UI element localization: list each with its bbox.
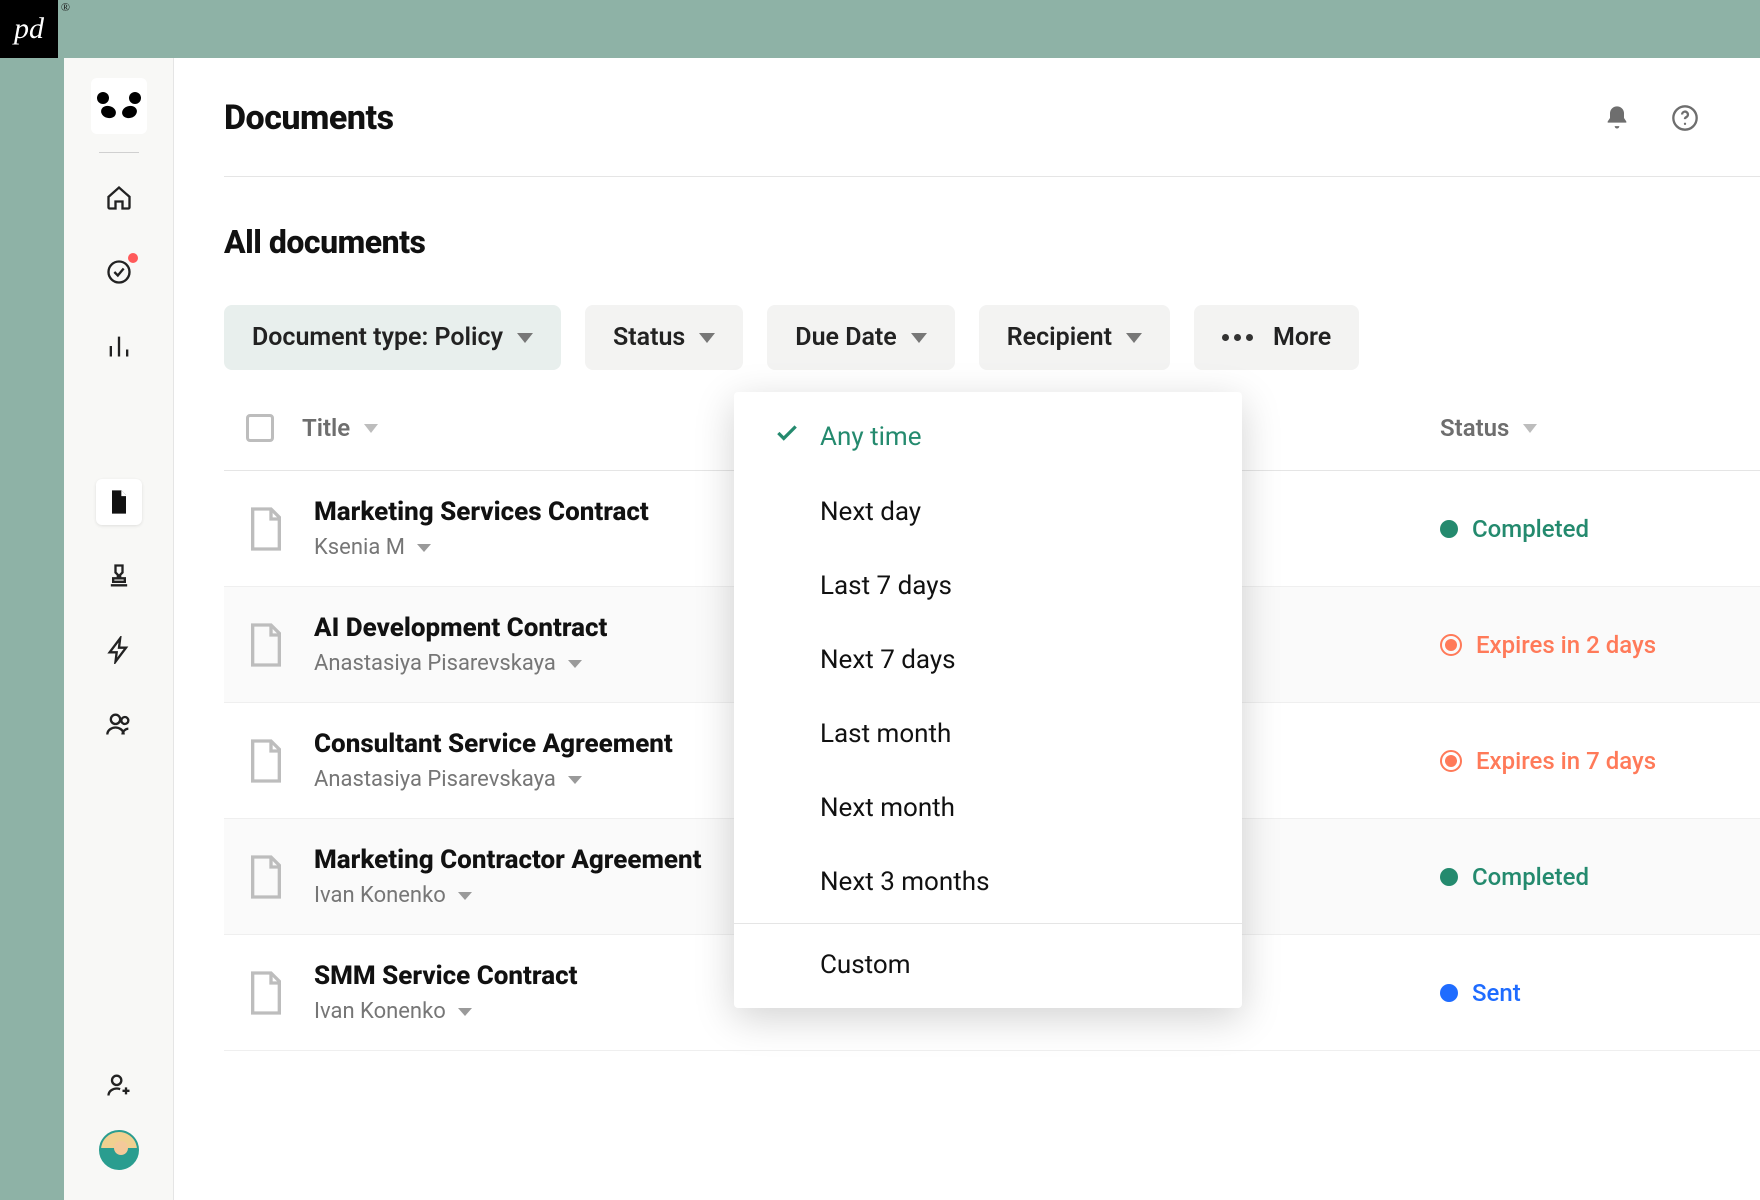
brand-badge: pd ®	[0, 0, 58, 58]
brand-text: pd	[14, 12, 44, 46]
status-badge: Expires in 2 days	[1440, 631, 1760, 659]
status-dot-icon	[1440, 984, 1458, 1002]
status-ring-icon	[1440, 634, 1462, 656]
option-label: Next month	[820, 793, 955, 823]
status-badge: Sent	[1440, 979, 1760, 1007]
nav-documents[interactable]	[96, 479, 142, 525]
status-badge: Completed	[1440, 863, 1760, 891]
author-name: Anastasiya Pisarevskaya	[314, 767, 556, 792]
help-icon[interactable]	[1670, 103, 1700, 133]
status-text: Sent	[1472, 979, 1521, 1007]
column-label: Title	[302, 414, 350, 442]
filter-due-date[interactable]: Due Date	[767, 305, 954, 370]
status-ring-icon	[1440, 750, 1462, 772]
nav-home[interactable]	[96, 175, 142, 221]
more-icon	[1222, 334, 1253, 341]
status-text: Expires in 2 days	[1476, 631, 1656, 659]
page-title: Documents	[224, 98, 394, 138]
due-date-option[interactable]: Next month	[734, 771, 1242, 845]
document-icon	[246, 853, 286, 901]
column-status[interactable]: Status	[1440, 414, 1760, 442]
chevron-down-icon	[911, 333, 927, 343]
author-name: Ivan Konenko	[314, 999, 446, 1024]
due-date-option[interactable]: Next 7 days	[734, 623, 1242, 697]
option-label: Next day	[820, 497, 921, 527]
notification-dot	[128, 253, 138, 263]
sort-icon	[1523, 424, 1537, 433]
page-header: Documents	[224, 98, 1760, 177]
filter-label: Document type: Policy	[252, 323, 503, 352]
user-avatar[interactable]	[99, 1130, 139, 1170]
sort-icon	[364, 424, 378, 433]
document-icon	[246, 969, 286, 1017]
chevron-down-icon	[458, 892, 472, 900]
option-label: Next 3 months	[820, 867, 989, 897]
option-label: Custom	[820, 950, 911, 980]
chevron-down-icon	[458, 1008, 472, 1016]
invite-user[interactable]	[96, 1062, 142, 1108]
panda-icon	[99, 92, 139, 120]
workspace-logo[interactable]	[91, 78, 147, 134]
chevron-down-icon	[517, 333, 533, 343]
column-label: Status	[1440, 414, 1509, 442]
filter-recipient[interactable]: Recipient	[979, 305, 1170, 370]
filter-more[interactable]: More	[1194, 305, 1359, 370]
select-all-checkbox[interactable]	[246, 414, 274, 442]
option-label: Last 7 days	[820, 571, 952, 601]
check-icon	[774, 420, 820, 453]
sidebar-divider	[99, 152, 139, 153]
document-icon	[246, 505, 286, 553]
filter-label: Recipient	[1007, 323, 1112, 352]
chevron-down-icon	[568, 776, 582, 784]
document-icon	[246, 621, 286, 669]
decorative-frame-top	[0, 0, 1760, 58]
due-date-option[interactable]: Any time	[734, 398, 1242, 475]
chevron-down-icon	[1126, 333, 1142, 343]
author-name: Ivan Konenko	[314, 883, 446, 908]
notifications-icon[interactable]	[1602, 103, 1632, 133]
decorative-frame-left	[0, 0, 64, 1200]
status-dot-icon	[1440, 868, 1458, 886]
due-date-dropdown: Any time Next day Last 7 days Next 7 days La…	[734, 392, 1242, 1008]
nav-automations[interactable]	[96, 627, 142, 673]
filter-label: Status	[613, 323, 685, 352]
status-text: Expires in 7 days	[1476, 747, 1656, 775]
filter-status[interactable]: Status	[585, 305, 743, 370]
dropdown-divider	[734, 923, 1242, 924]
option-label: Next 7 days	[820, 645, 956, 675]
nav-tasks[interactable]	[96, 249, 142, 295]
filter-bar: Document type: Policy Status Due Date Re…	[224, 305, 1760, 370]
due-date-option[interactable]: Last month	[734, 697, 1242, 771]
chevron-down-icon	[699, 333, 715, 343]
author-name: Ksenia M	[314, 535, 405, 560]
document-icon	[246, 737, 286, 785]
nav-stamp[interactable]	[96, 553, 142, 599]
option-label: Last month	[820, 719, 951, 749]
author-name: Anastasiya Pisarevskaya	[314, 651, 556, 676]
due-date-option[interactable]: Next day	[734, 475, 1242, 549]
nav-team[interactable]	[96, 701, 142, 747]
sidebar	[64, 58, 174, 1200]
status-text: Completed	[1472, 863, 1589, 891]
filter-label: More	[1273, 323, 1331, 352]
chevron-down-icon	[568, 660, 582, 668]
chevron-down-icon	[417, 544, 431, 552]
nav-reports[interactable]	[96, 323, 142, 369]
status-dot-icon	[1440, 520, 1458, 538]
filter-document-type[interactable]: Document type: Policy	[224, 305, 561, 370]
due-date-option[interactable]: Next 3 months	[734, 845, 1242, 919]
status-text: Completed	[1472, 515, 1589, 543]
due-date-option[interactable]: Last 7 days	[734, 549, 1242, 623]
option-label: Any time	[820, 422, 922, 452]
filter-label: Due Date	[795, 323, 896, 352]
registered-mark: ®	[61, 0, 70, 15]
due-date-option-custom[interactable]: Custom	[734, 928, 1242, 1002]
section-title: All documents	[224, 223, 1760, 261]
status-badge: Expires in 7 days	[1440, 747, 1760, 775]
status-badge: Completed	[1440, 515, 1760, 543]
